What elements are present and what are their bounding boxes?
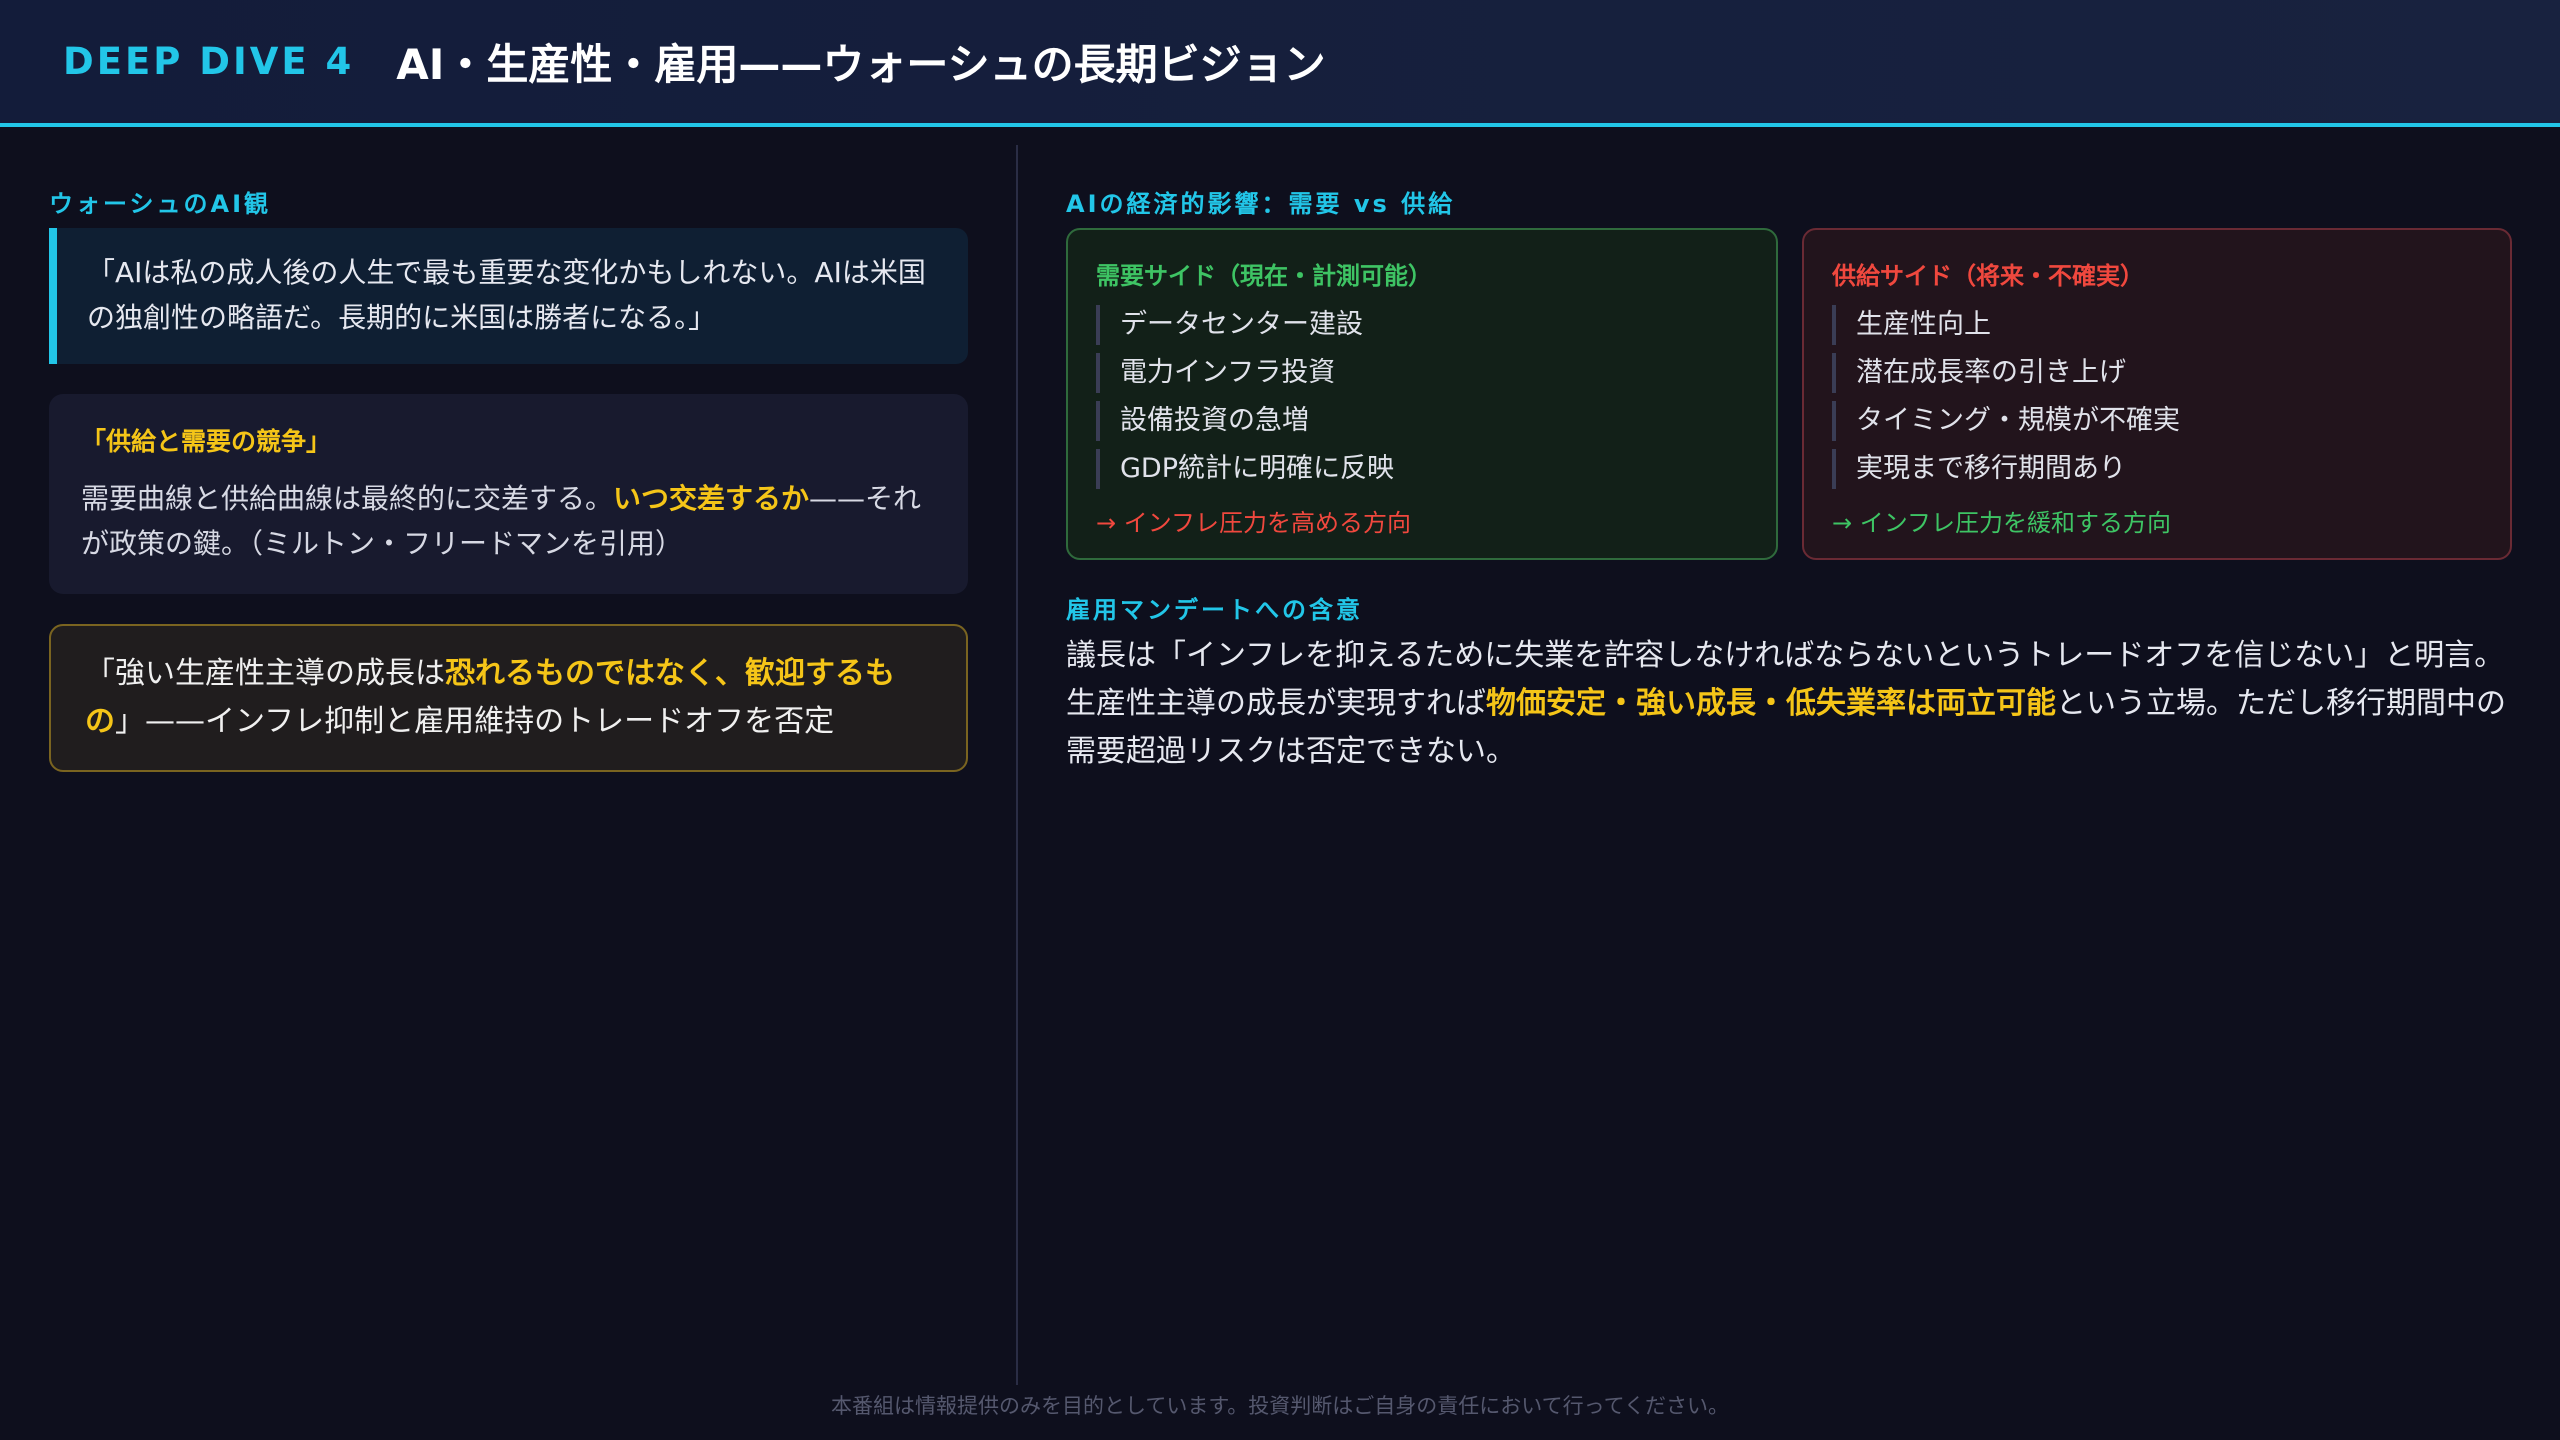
implication-pre: 生産性主導の成長が実現すれば [1066, 686, 1486, 721]
supply-side-conclusion: → インフレ圧力を緩和する方向 [1832, 509, 2172, 537]
supply-demand-body: 需要曲線と供給曲線は最終的に交差する。いつ交差するか——それが政策の鍵。（ミルト… [81, 476, 936, 566]
growth-quote-post: 」——インフレ抑制と雇用維持のトレードオフを否定 [115, 704, 835, 739]
demand-side-title: 需要サイド（現在・計測可能） [1096, 262, 1432, 290]
demand-item: 設備投資の急増 [1096, 401, 1748, 441]
supply-demand-title: 「供給と需要の競争」 [81, 427, 332, 456]
slide: DEEP DIVE 4 AI・生産性・雇用——ウォーシュの長期ビジョン ウォーシ… [0, 0, 2560, 1440]
supply-demand-card: 「供給と需要の競争」 需要曲線と供給曲線は最終的に交差する。いつ交差するか——そ… [49, 394, 968, 594]
supply-side-box: 供給サイド（将来・不確実） 生産性向上 潜在成長率の引き上げ タイミング・規模が… [1802, 228, 2512, 560]
supply-side-title: 供給サイド（将来・不確実） [1832, 262, 2144, 290]
demand-item: GDP統計に明確に反映 [1096, 449, 1748, 489]
demand-item: データセンター建設 [1096, 305, 1748, 345]
implication-line-2: 生産性主導の成長が実現すれば物価安定・強い成長・低失業率は両立可能という立場。た… [1066, 680, 2526, 776]
ai-quote-text: 「AIは私の成人後の人生で最も重要な変化かもしれない。AIは米国の独創性の略語だ… [87, 256, 926, 334]
supply-demand-highlight: いつ交差するか [613, 482, 810, 515]
implication-text: 議長は「インフレを抑えるために失業を許容しなければならないというトレードオフを信… [1066, 632, 2526, 776]
supply-item: 潜在成長率の引き上げ [1832, 353, 2482, 393]
supply-item: 生産性向上 [1832, 305, 2482, 345]
section-title-ai-view: ウォーシュのAI観 [49, 190, 272, 218]
header-bar: DEEP DIVE 4 AI・生産性・雇用——ウォーシュの長期ビジョン [0, 0, 2560, 127]
growth-quote-card: 「強い生産性主導の成長は恐れるものではなく、歓迎するもの」——インフレ抑制と雇用… [49, 624, 968, 772]
section-title-employment-mandate: 雇用マンデートへの含意 [1066, 596, 1363, 624]
column-divider [1016, 145, 1018, 1385]
demand-item: 電力インフラ投資 [1096, 353, 1748, 393]
deep-dive-tag: DEEP DIVE 4 [63, 40, 355, 83]
supply-demand-body-pre: 需要曲線と供給曲線は最終的に交差する。 [81, 482, 614, 515]
disclaimer: 本番組は情報提供のみを目的としています。投資判断はご自身の責任において行ってくだ… [831, 1394, 1729, 1418]
implication-line-1: 議長は「インフレを抑えるために失業を許容しなければならないというトレードオフを信… [1066, 638, 2505, 673]
supply-item: タイミング・規模が不確実 [1832, 401, 2482, 441]
section-title-economic-impact: AIの経済的影響：需要 vs 供給 [1066, 190, 1456, 218]
supply-item: 実現まで移行期間あり [1832, 449, 2482, 489]
demand-side-box: 需要サイド（現在・計測可能） データセンター建設 電力インフラ投資 設備投資の急… [1066, 228, 1778, 560]
growth-quote-pre: 「強い生産性主導の成長は [85, 656, 445, 691]
ai-quote-box: 「AIは私の成人後の人生で最も重要な変化かもしれない。AIは米国の独創性の略語だ… [49, 228, 968, 364]
implication-highlight: 物価安定・強い成長・低失業率は両立可能 [1486, 686, 2056, 721]
demand-side-conclusion: → インフレ圧力を高める方向 [1096, 509, 1412, 537]
page-title: AI・生産性・雇用——ウォーシュの長期ビジョン [396, 40, 1326, 89]
